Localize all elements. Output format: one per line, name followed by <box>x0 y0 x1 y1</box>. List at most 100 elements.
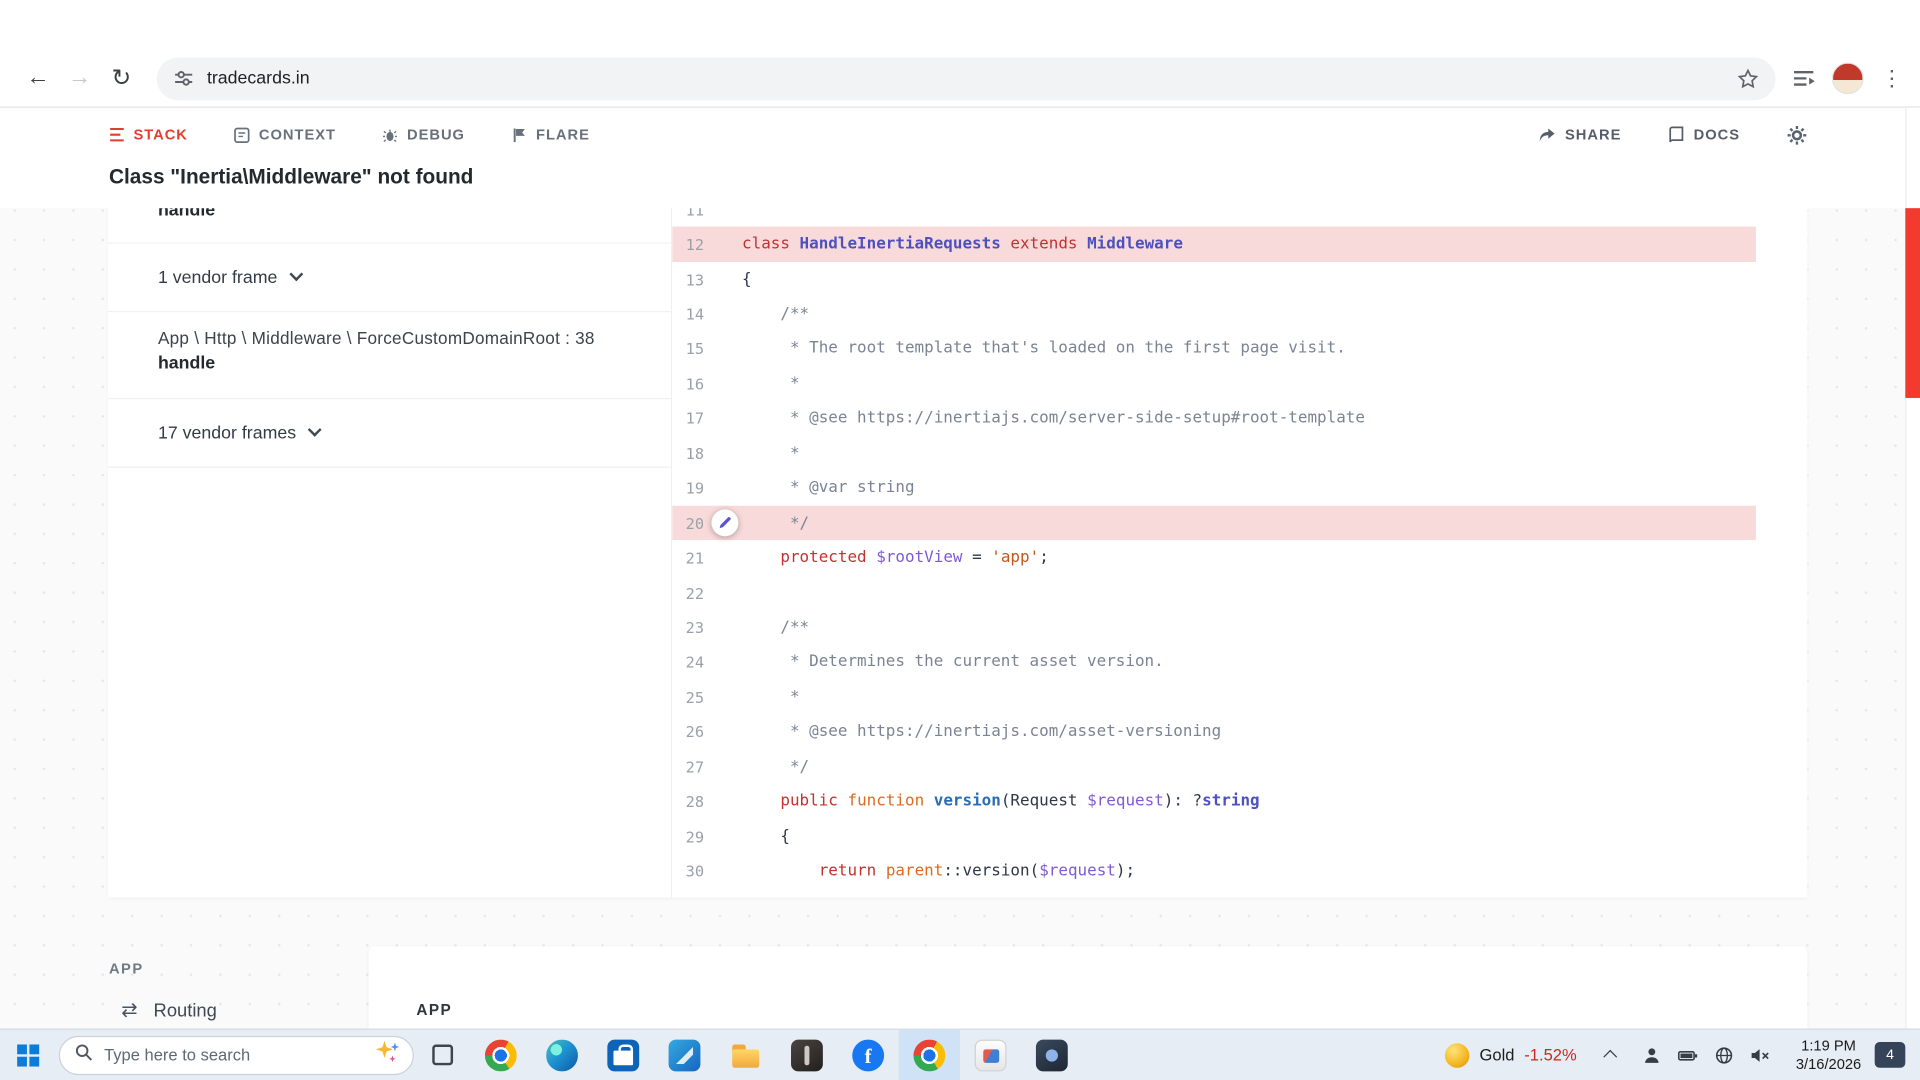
flare-tabs: STACK CONTEXT DEBUG FLARE SHARE DOCS <box>0 108 1920 162</box>
notification-count-badge[interactable]: 4 <box>1874 1042 1906 1068</box>
battery-icon[interactable] <box>1677 1045 1698 1065</box>
code-line: 24 * Determines the current asset versio… <box>672 645 1756 680</box>
taskbar-app-chrome[interactable] <box>470 1030 531 1080</box>
tab-flare[interactable]: FLARE <box>512 126 590 143</box>
share-button[interactable]: SHARE <box>1538 126 1621 143</box>
line-number: 24 <box>685 653 705 672</box>
code-line: 22 <box>672 575 1756 610</box>
media-list-icon[interactable] <box>1793 67 1815 89</box>
line-number: 19 <box>685 479 705 498</box>
forward-button[interactable]: → <box>59 58 101 100</box>
flare-actions: SHARE DOCS <box>1538 124 1807 145</box>
code-line: 19 * @var string <box>672 471 1756 506</box>
line-number: 13 <box>685 270 705 289</box>
address-bar[interactable]: tradecards.in <box>156 56 1776 100</box>
taskbar-clock[interactable]: 1:19 PM 3/16/2026 <box>1796 1037 1861 1074</box>
code-line: 20 */ <box>672 505 1756 541</box>
taskbar-app-explorer[interactable] <box>715 1030 776 1080</box>
code-text: * @see https://inertiajs.com/asset-versi… <box>742 722 1222 742</box>
code-text: /** <box>742 618 810 637</box>
vendor-frames-toggle[interactable]: 1 vendor frame <box>107 244 672 313</box>
code-line: 25 * <box>672 680 1756 715</box>
taskbar-app-app-dark[interactable] <box>776 1030 837 1080</box>
clock-date: 3/16/2026 <box>1795 1054 1862 1073</box>
line-number: 29 <box>685 827 705 846</box>
reload-button[interactable]: ↻ <box>100 58 142 100</box>
bookmark-star-icon[interactable] <box>1737 67 1759 89</box>
line-number: 27 <box>685 757 705 776</box>
line-number: 17 <box>685 409 705 428</box>
taskbar-app-app-slate[interactable] <box>1021 1030 1082 1080</box>
line-number: 11 <box>685 208 705 219</box>
flag-icon <box>512 127 528 143</box>
code-text: return parent::version($request); <box>818 862 1136 881</box>
taskbar-search[interactable] <box>58 1035 414 1075</box>
code-line: 23 /** <box>672 610 1756 645</box>
profile-avatar[interactable] <box>1831 62 1864 95</box>
tab-stack[interactable]: STACK <box>109 126 188 143</box>
nav-item-routing[interactable]: ⇄ Routing <box>109 998 217 1022</box>
line-number: 16 <box>685 374 705 393</box>
news-interests-widget[interactable]: Gold -1.52% <box>1429 1030 1592 1080</box>
chevron-down-icon <box>307 422 322 437</box>
code-line: 28 public function version(Request $requ… <box>672 784 1756 819</box>
tab-debug-label: DEBUG <box>407 126 465 144</box>
ticker-change: -1.52% <box>1524 1045 1577 1065</box>
vendor-frames-label: 17 vendor frames <box>157 423 297 443</box>
site-settings-icon[interactable] <box>174 69 194 89</box>
code-line: 13 { <box>672 262 1756 297</box>
task-view-button[interactable] <box>414 1029 470 1080</box>
screen: ← → ↻ tradecards.in ⋮ STACK CONTEXT DEBU… <box>0 0 1920 1080</box>
stack-frame[interactable]: App \ Http \ Middleware \ ForceCustomDom… <box>107 312 672 400</box>
line-number: 14 <box>685 304 705 324</box>
vendor-frames-toggle[interactable]: 17 vendor frames <box>107 399 672 468</box>
app-slate-icon <box>1035 1039 1068 1072</box>
flare-error-page: STACK CONTEXT DEBUG FLARE SHARE DOCS Cla… <box>0 107 1920 1029</box>
search-input[interactable] <box>104 1045 362 1065</box>
settings-gear-icon[interactable] <box>1787 124 1808 145</box>
volume-muted-icon[interactable] <box>1749 1045 1770 1065</box>
code-line: 14 /** <box>672 297 1756 332</box>
code-text: * <box>742 444 800 463</box>
code-line: 16 * <box>672 366 1756 401</box>
edit-line-button[interactable] <box>711 509 739 537</box>
people-icon[interactable] <box>1642 1045 1662 1065</box>
taskbar-app-app-light[interactable] <box>960 1030 1021 1080</box>
code-text: * The root template that's loaded on the… <box>742 339 1346 359</box>
browser-menu-icon[interactable]: ⋮ <box>1881 66 1903 92</box>
taskbar-app-edge[interactable] <box>531 1030 592 1080</box>
code-text: * Determines the current asset version. <box>742 653 1164 672</box>
taskbar-app-store[interactable] <box>593 1030 654 1080</box>
tab-context[interactable]: CONTEXT <box>234 126 336 143</box>
taskbar-app-facebook[interactable] <box>838 1030 899 1080</box>
bug-icon <box>383 127 399 143</box>
code-line: 12 class HandleInertiaRequests extends Mi… <box>672 227 1756 262</box>
taskbar-app-app-blue[interactable] <box>654 1030 715 1080</box>
browser-toolbar: ← → ↻ tradecards.in ⋮ <box>0 49 1920 108</box>
page-scrollbar-thumb[interactable] <box>1905 208 1920 398</box>
line-number: 15 <box>685 339 705 359</box>
line-number: 22 <box>685 583 705 602</box>
chrome-icon <box>913 1039 946 1072</box>
search-highlights-sparkle-icon[interactable] <box>372 1038 401 1071</box>
line-number: 28 <box>685 792 705 811</box>
tab-debug[interactable]: DEBUG <box>383 126 465 143</box>
search-icon <box>75 1043 93 1067</box>
ticker-name: Gold <box>1479 1045 1515 1065</box>
back-button[interactable]: ← <box>17 58 59 100</box>
stack-frame[interactable]: handle <box>107 208 672 244</box>
windows-taskbar: Gold -1.52% <box>0 1028 1920 1080</box>
tab-stack-label: STACK <box>133 126 188 144</box>
network-globe-icon[interactable] <box>1714 1045 1734 1065</box>
chrome-icon <box>484 1039 517 1072</box>
taskbar-app-chrome[interactable] <box>898 1029 960 1080</box>
code-panel: 11 12 class HandleInertiaRequests extends … <box>672 208 1808 898</box>
code-line: 15 * The root template that's loaded on … <box>672 332 1756 367</box>
code-text: * <box>742 374 800 393</box>
docs-button[interactable]: DOCS <box>1668 126 1740 143</box>
url-text: tradecards.in <box>206 68 310 89</box>
start-button[interactable] <box>0 1029 56 1080</box>
tray-overflow-chevron-icon[interactable] <box>1602 1049 1617 1064</box>
tab-flare-label: FLARE <box>536 126 590 144</box>
stack-frames: handle 1 vendor frame App \ Http \ Middlew… <box>107 208 673 898</box>
